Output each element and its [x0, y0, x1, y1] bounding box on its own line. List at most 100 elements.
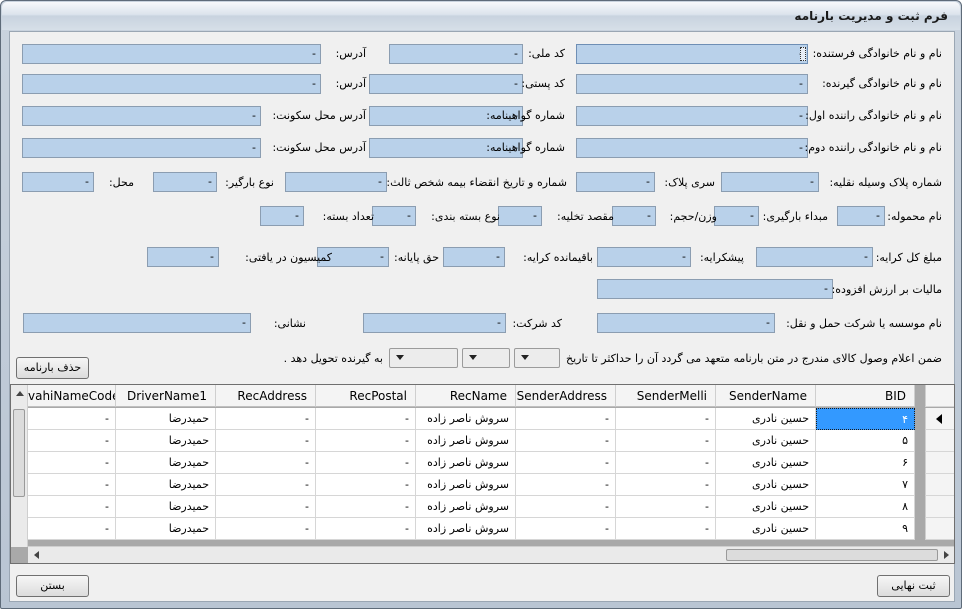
grid-cell[interactable]: - — [516, 496, 616, 518]
col-header-senderaddress[interactable]: SenderAddress — [516, 385, 616, 407]
receiver-address-field[interactable]: - — [22, 74, 321, 94]
grid-cell[interactable]: سروش ناصر زاده — [416, 452, 516, 474]
date-year-dropdown[interactable] — [389, 348, 458, 368]
grid-cell[interactable]: - — [216, 452, 316, 474]
prepaid-field[interactable]: - — [597, 247, 691, 267]
grid-cell[interactable]: حسین نادری — [716, 496, 816, 518]
grid-cell[interactable]: - — [28, 430, 116, 452]
col-header-drivername1[interactable]: DriverName1 — [116, 385, 216, 407]
grid-cell[interactable]: ۴ — [816, 408, 915, 430]
remaining-field[interactable]: - — [443, 247, 505, 267]
total-fare-field[interactable]: - — [756, 247, 873, 267]
grid-cell[interactable]: - — [28, 474, 116, 496]
row-header[interactable] — [925, 408, 954, 430]
grid-cell[interactable]: حمیدرضا — [116, 452, 216, 474]
grid-cell[interactable]: حمیدرضا — [116, 430, 216, 452]
grid-cell[interactable]: حمیدرضا — [116, 496, 216, 518]
delete-waybill-button[interactable]: حذف بارنامه — [16, 357, 89, 379]
grid-cell[interactable]: - — [516, 474, 616, 496]
grid-cell[interactable]: حسین نادری — [716, 408, 816, 430]
grid-cell[interactable]: سروش ناصر زاده — [416, 518, 516, 540]
commission-field[interactable]: - — [147, 247, 219, 267]
grid-cell[interactable]: - — [316, 474, 416, 496]
grid-cell[interactable]: - — [616, 474, 716, 496]
grid-cell[interactable]: سروش ناصر زاده — [416, 408, 516, 430]
row-header[interactable] — [925, 452, 954, 474]
grid-cell[interactable]: حمیدرضا — [116, 474, 216, 496]
vat-field[interactable]: - — [597, 279, 833, 299]
grid-cell[interactable]: حسین نادری — [716, 518, 816, 540]
scroll-right-icon[interactable] — [944, 551, 949, 559]
scroll-left-icon[interactable] — [34, 551, 39, 559]
row-header[interactable] — [925, 518, 954, 540]
grid-cell[interactable]: - — [316, 430, 416, 452]
grid-cell[interactable]: ۶ — [816, 452, 915, 474]
grid-cell[interactable]: حسین نادری — [716, 452, 816, 474]
driver1-address-field[interactable]: - — [22, 106, 261, 126]
grid-cell[interactable]: - — [216, 430, 316, 452]
grid-cell[interactable]: - — [216, 408, 316, 430]
grid-cell[interactable]: حسین نادری — [716, 474, 816, 496]
origin-field[interactable]: - — [714, 206, 759, 226]
driver1-name-field[interactable]: - — [576, 106, 808, 126]
grid-cell[interactable]: - — [316, 496, 416, 518]
date-month-dropdown[interactable] — [462, 348, 510, 368]
grid-cell[interactable]: - — [516, 430, 616, 452]
grid-cell[interactable]: حمیدرضا — [116, 408, 216, 430]
grid-cell[interactable]: ۸ — [816, 496, 915, 518]
grid-cell[interactable]: - — [316, 452, 416, 474]
destination-field[interactable]: - — [498, 206, 542, 226]
address-field[interactable]: - — [23, 313, 251, 333]
plate-field[interactable]: - — [721, 172, 819, 192]
close-button[interactable]: بستن — [16, 575, 89, 597]
col-header-recname[interactable]: RecName — [416, 385, 516, 407]
grid-cell[interactable]: حمیدرضا — [116, 518, 216, 540]
waybill-grid[interactable]: BID SenderName SenderMelli SenderAddress… — [10, 384, 955, 564]
grid-cell[interactable]: سروش ناصر زاده — [416, 474, 516, 496]
sender-name-field[interactable]: - — [576, 44, 808, 64]
grid-cell[interactable]: - — [616, 496, 716, 518]
col-header-bid[interactable]: BID — [816, 385, 915, 407]
receiver-postal-field[interactable]: - — [369, 74, 523, 94]
scroll-up-icon[interactable] — [16, 391, 24, 396]
packing-field[interactable]: - — [372, 206, 416, 226]
horizontal-scrollbar[interactable] — [28, 546, 954, 563]
grid-cell[interactable]: - — [28, 408, 116, 430]
grid-cell[interactable]: - — [28, 496, 116, 518]
col-header-recaddress[interactable]: RecAddress — [216, 385, 316, 407]
grid-cell[interactable]: - — [316, 408, 416, 430]
grid-cell[interactable]: - — [616, 518, 716, 540]
grid-cell[interactable]: سروش ناصر زاده — [416, 496, 516, 518]
date-day-dropdown[interactable] — [514, 348, 560, 368]
grid-cell[interactable]: - — [28, 518, 116, 540]
scroll-thumb-horizontal[interactable] — [726, 549, 938, 561]
row-header[interactable] — [925, 496, 954, 518]
col-header-recpostal[interactable]: RecPostal — [316, 385, 416, 407]
company-code-field[interactable]: - — [363, 313, 506, 333]
grid-cell[interactable]: - — [216, 496, 316, 518]
grid-cell[interactable]: - — [516, 408, 616, 430]
driver2-name-field[interactable]: - — [576, 138, 808, 158]
grid-cell[interactable]: ۹ — [816, 518, 915, 540]
receiver-name-field[interactable]: - — [576, 74, 808, 94]
grid-cell[interactable]: - — [616, 430, 716, 452]
grid-cell[interactable]: - — [216, 518, 316, 540]
final-submit-button[interactable]: ثبت نهایی — [877, 575, 950, 597]
cargo-name-field[interactable]: - — [837, 206, 885, 226]
col-header-vahinamecode1[interactable]: vahiNameCode1 — [28, 385, 116, 407]
driver2-address-field[interactable]: - — [22, 138, 261, 158]
grid-cell[interactable]: - — [316, 518, 416, 540]
row-header[interactable] — [925, 430, 954, 452]
grid-cell[interactable]: - — [616, 408, 716, 430]
col-header-sendermelli[interactable]: SenderMelli — [616, 385, 716, 407]
package-count-field[interactable]: - — [260, 206, 304, 226]
row-header[interactable] — [925, 474, 954, 496]
grid-cell[interactable]: حسین نادری — [716, 430, 816, 452]
grid-cell[interactable]: ۷ — [816, 474, 915, 496]
company-name-field[interactable]: - — [597, 313, 775, 333]
grid-cell[interactable]: - — [216, 474, 316, 496]
grid-cell[interactable]: - — [516, 452, 616, 474]
weight-field[interactable]: - — [612, 206, 656, 226]
sender-melli-field[interactable]: - — [389, 44, 523, 64]
insurance-field[interactable]: - — [285, 172, 387, 192]
